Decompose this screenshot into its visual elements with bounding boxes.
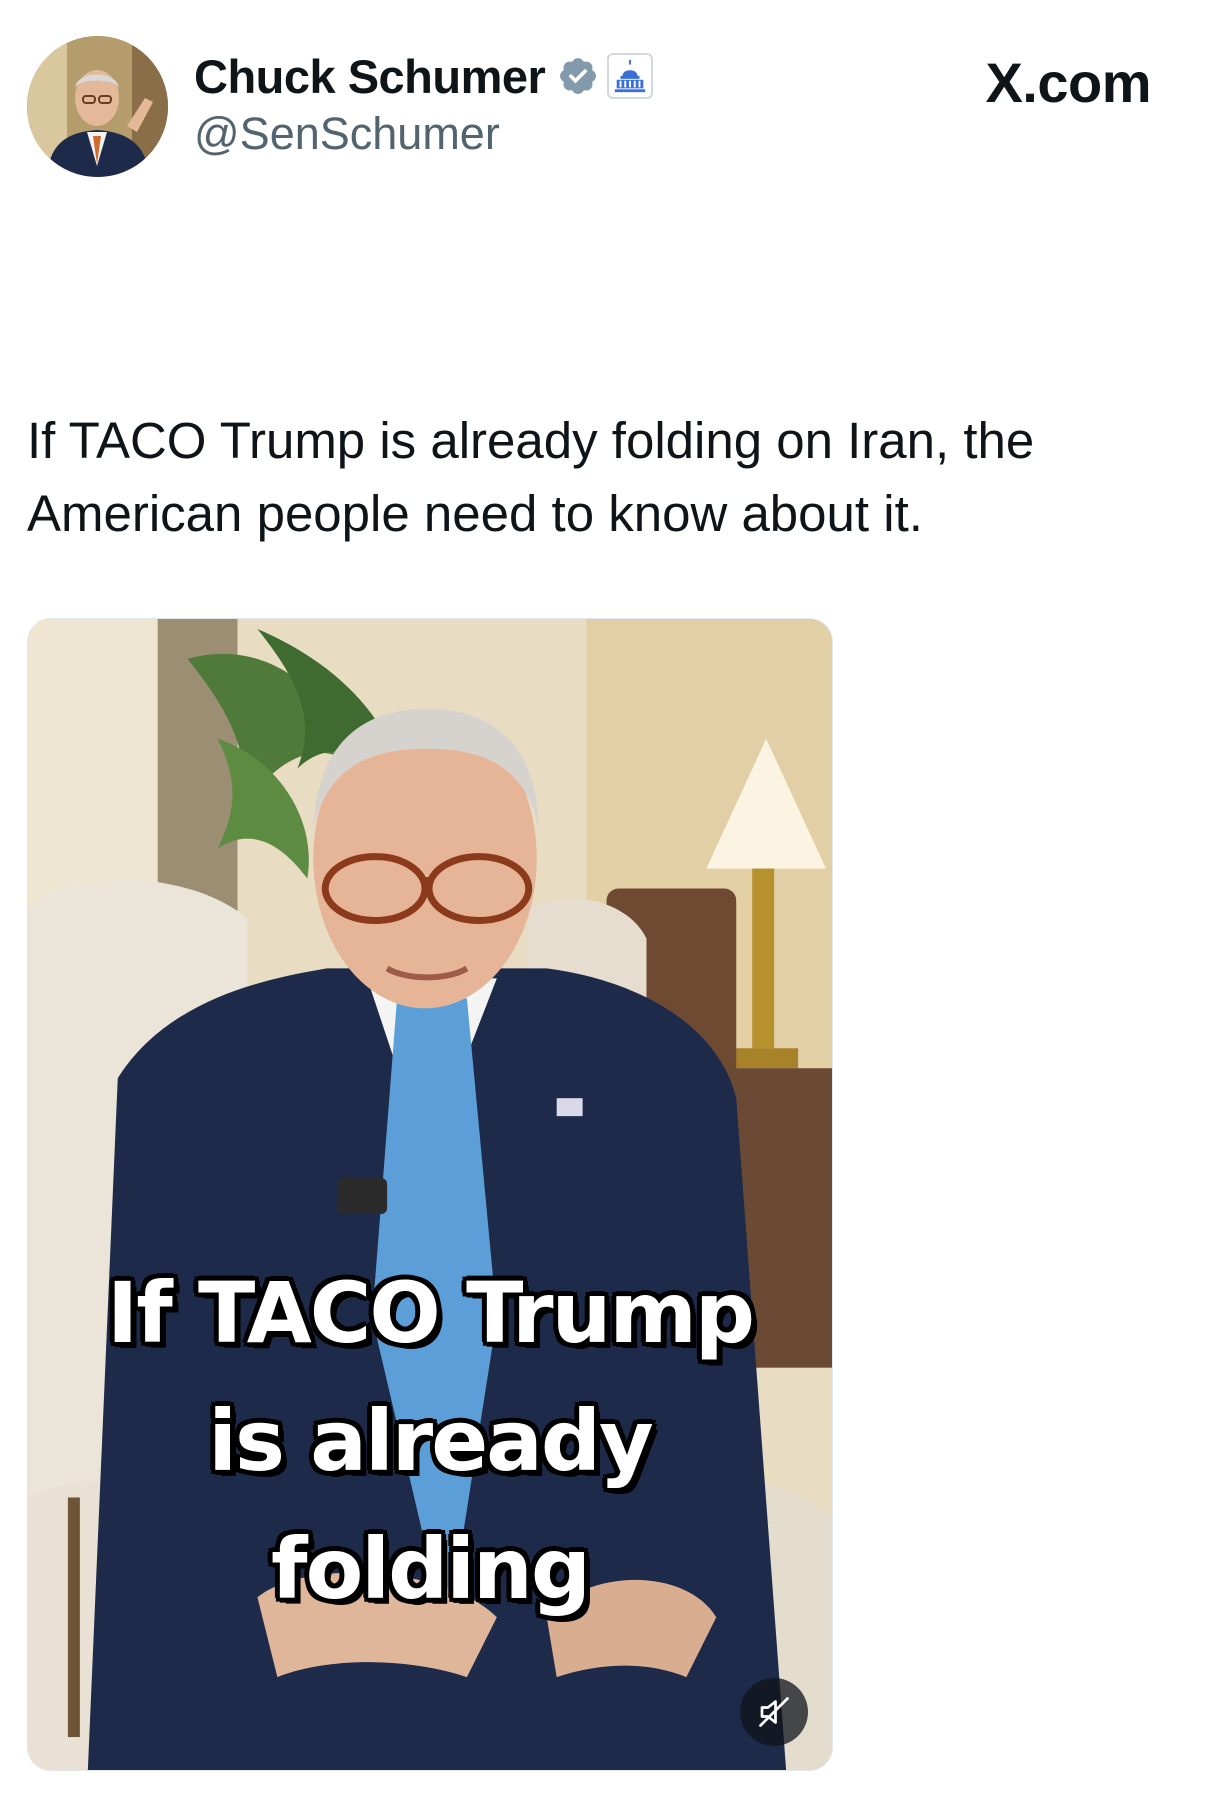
x-brand-label: X.com: [985, 51, 1151, 114]
tweet-header: Chuck Schumer @SenSchumer X.com: [27, 36, 1179, 178]
capitol-affiliate-icon[interactable]: [607, 53, 654, 99]
avatar[interactable]: [27, 36, 168, 177]
author-identity: Chuck Schumer @SenSchumer: [194, 48, 654, 160]
mute-toggle-button[interactable]: [740, 1678, 808, 1746]
name-row: Chuck Schumer: [194, 48, 654, 104]
caption-line: is already: [208, 1392, 653, 1490]
video-caption: If TACO Trump is already folding: [28, 1249, 832, 1633]
display-name[interactable]: Chuck Schumer: [194, 49, 546, 104]
verified-badge-icon[interactable]: [557, 55, 599, 97]
muted-speaker-icon: [759, 1697, 789, 1727]
video-player[interactable]: If TACO Trump is already folding: [27, 618, 833, 1771]
tweet-paragraph: If TACO Trump is already folding on Iran…: [27, 412, 1046, 542]
caption-line: If TACO Trump: [106, 1264, 755, 1362]
author-handle[interactable]: @SenSchumer: [194, 108, 653, 160]
caption-line: folding: [271, 1520, 591, 1618]
